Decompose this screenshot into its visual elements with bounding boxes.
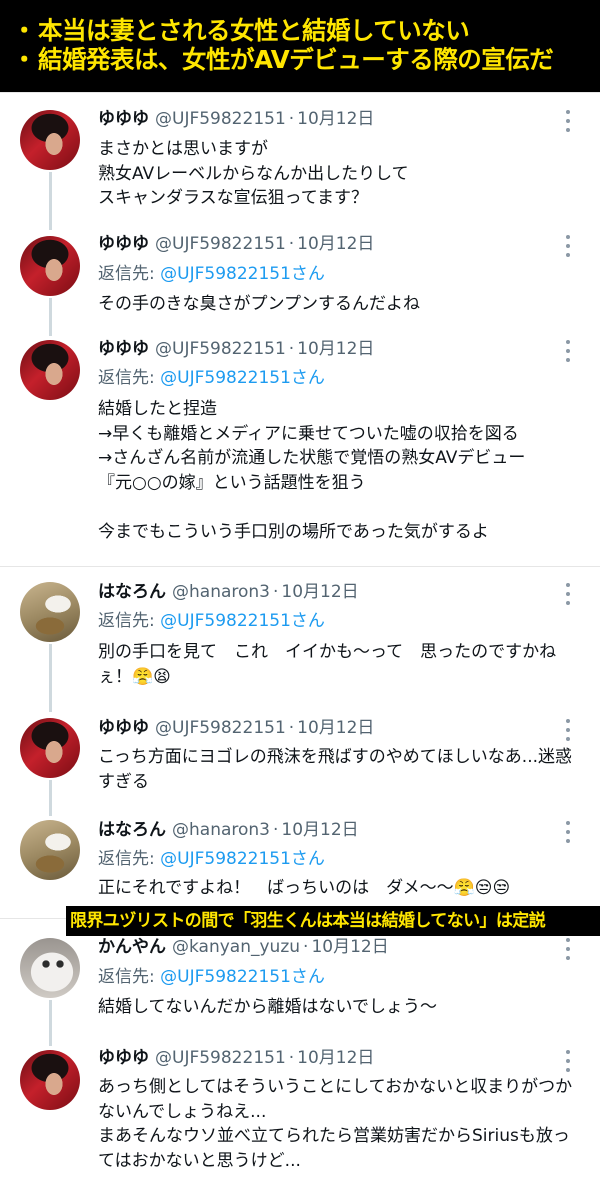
mention-link[interactable]: @UJF59822151さん: [160, 264, 325, 284]
mention-link[interactable]: @UJF59822151さん: [160, 611, 325, 631]
tweet-text: その手のきな臭さがプンプンするんだよね: [98, 294, 420, 314]
overlay-caption: 限界ユヅリストの間で「羽生くんは本当は結婚してない」は定説: [66, 906, 600, 936]
tweet-header: はなろん @hanaron3 · 10月12日: [98, 582, 359, 602]
avatar[interactable]: [20, 938, 80, 998]
mention-link[interactable]: @UJF59822151さん: [160, 967, 325, 987]
avatar[interactable]: [20, 820, 80, 880]
mention-link[interactable]: @UJF59822151さん: [160, 368, 325, 388]
avatar[interactable]: [20, 236, 80, 296]
tweet-date[interactable]: 10月12日: [297, 339, 374, 359]
display-name[interactable]: ゆゆゆ: [98, 718, 149, 738]
tweet-text: 別の手口を見て これ イイかも〜って 思ったのですかね ぇ！😤😫: [98, 642, 557, 687]
tweet-date[interactable]: 10月12日: [281, 582, 358, 602]
tweet-date[interactable]: 10月12日: [297, 109, 374, 129]
user-handle[interactable]: @UJF59822151: [155, 234, 286, 254]
avatar[interactable]: [20, 582, 80, 642]
reply-to: 返信先: @UJF59822151さん: [98, 368, 325, 388]
avatar[interactable]: [20, 1050, 80, 1110]
user-handle[interactable]: @UJF59822151: [155, 109, 286, 129]
tweet-date[interactable]: 10月12日: [281, 820, 358, 840]
thread-connector: [49, 172, 52, 230]
user-handle[interactable]: @UJF59822151: [155, 718, 286, 738]
tweet-date[interactable]: 10月12日: [311, 937, 388, 957]
tweet-header: ゆゆゆ @UJF59822151 · 10月12日: [98, 718, 375, 738]
tweet-header: ゆゆゆ @UJF59822151 · 10月12日: [98, 109, 375, 129]
display-name[interactable]: ゆゆゆ: [98, 109, 149, 129]
user-handle[interactable]: @UJF59822151: [155, 339, 286, 359]
more-vertical-icon[interactable]: [563, 110, 573, 132]
display-name[interactable]: かんやん: [98, 937, 166, 957]
thread-divider: [0, 92, 600, 93]
more-vertical-icon[interactable]: [563, 821, 573, 843]
more-vertical-icon[interactable]: [563, 583, 573, 605]
reply-to: 返信先: @UJF59822151さん: [98, 967, 325, 987]
tweet-header: かんやん @kanyan_yuzu · 10月12日: [98, 937, 389, 957]
reply-to: 返信先: @UJF59822151さん: [98, 264, 325, 284]
user-handle[interactable]: @UJF59822151: [155, 1048, 286, 1068]
tweet-text: 結婚してないんだから離婚はないでしょう〜: [98, 997, 437, 1017]
tweet-header: ゆゆゆ @UJF59822151 · 10月12日: [98, 1048, 375, 1068]
tweet-text: こっち方面にヨゴレの飛沫を飛ばすのやめてほしいなあ...迷惑 すぎる: [98, 747, 573, 792]
display-name[interactable]: ゆゆゆ: [98, 234, 149, 254]
display-name[interactable]: ゆゆゆ: [98, 1048, 149, 1068]
tweet-header: ゆゆゆ @UJF59822151 · 10月12日: [98, 339, 375, 359]
tweet-header: ゆゆゆ @UJF59822151 · 10月12日: [98, 234, 375, 254]
thread-divider: [0, 566, 600, 567]
headline-banner: ・本当は妻とされる女性と結婚していない ・結婚発表は、女性がAVデビューする際の…: [0, 0, 600, 92]
reply-to: 返信先: @UJF59822151さん: [98, 849, 325, 869]
more-vertical-icon[interactable]: [563, 719, 573, 741]
reply-to: 返信先: @UJF59822151さん: [98, 611, 325, 631]
tweet-header: はなろん @hanaron3 · 10月12日: [98, 820, 359, 840]
thread-connector: [49, 644, 52, 712]
tweet-date[interactable]: 10月12日: [297, 718, 374, 738]
more-vertical-icon[interactable]: [563, 235, 573, 257]
user-handle[interactable]: @hanaron3: [172, 820, 270, 840]
avatar[interactable]: [20, 718, 80, 778]
tweet-text: 結婚したと捏造 →早くも離婚とメディアに乗せてついた嘘の収拾を図る →さんざん名…: [98, 399, 526, 542]
user-handle[interactable]: @hanaron3: [172, 582, 270, 602]
more-vertical-icon[interactable]: [563, 1050, 573, 1072]
thread-connector: [49, 298, 52, 336]
avatar[interactable]: [20, 340, 80, 400]
tweet-text: あっち側としてはそういうことにしておかないと収まりがつか ないんでしょうねえ..…: [98, 1077, 573, 1171]
more-vertical-icon[interactable]: [563, 938, 573, 960]
more-vertical-icon[interactable]: [563, 340, 573, 362]
display-name[interactable]: ゆゆゆ: [98, 339, 149, 359]
user-handle[interactable]: @kanyan_yuzu: [172, 937, 300, 957]
mention-link[interactable]: @UJF59822151さん: [160, 849, 325, 869]
avatar[interactable]: [20, 110, 80, 170]
tweet-text: まさかとは思いますが 熟女AVレーベルからなんか出したりして スキャンダラスな宣…: [98, 139, 409, 208]
tweet-date[interactable]: 10月12日: [297, 1048, 374, 1068]
headline-line-1: ・本当は妻とされる女性と結婚していない: [12, 16, 470, 45]
tweet-text: 正にそれですよね！ ばっちいのは ダメ〜〜😤😒😒: [98, 878, 511, 898]
thread-connector: [49, 1000, 52, 1046]
tweet-date[interactable]: 10月12日: [297, 234, 374, 254]
thread-connector: [49, 780, 52, 816]
display-name[interactable]: はなろん: [98, 820, 166, 840]
headline-line-2: ・結婚発表は、女性がAVデビューする際の宣伝だ: [12, 45, 554, 74]
display-name[interactable]: はなろん: [98, 582, 166, 602]
